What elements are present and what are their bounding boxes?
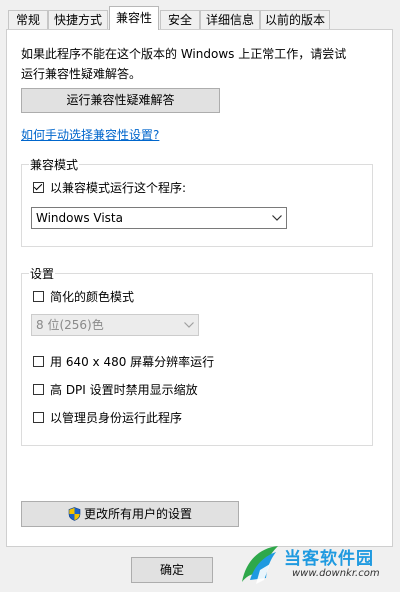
- run-as-admin-row[interactable]: 以管理员身份运行此程序: [33, 410, 183, 425]
- intro-text: 如果此程序不能在这个版本的 Windows 上正常工作，请尝试运行兼容性疑难解答…: [21, 47, 347, 81]
- run-as-admin-label: 以管理员身份运行此程序: [50, 410, 183, 425]
- tab-compatibility[interactable]: 兼容性: [109, 6, 159, 30]
- color-depth-value: 8 位(256)色: [36, 318, 104, 332]
- compat-mode-checkbox-label: 以兼容模式运行这个程序:: [50, 180, 187, 195]
- tab-strip: 常规 快捷方式 兼容性 安全 详细信息 以前的版本: [0, 0, 400, 30]
- settings-title: 设置: [29, 265, 56, 282]
- color-depth-select: 8 位(256)色: [31, 314, 199, 336]
- tab-shortcut[interactable]: 快捷方式: [48, 10, 108, 29]
- chevron-down-icon: [268, 208, 286, 228]
- compat-mode-checkbox-row[interactable]: 以兼容模式运行这个程序:: [33, 180, 187, 195]
- os-version-selected: Windows Vista: [36, 211, 123, 225]
- change-all-users-label: 更改所有用户的设置: [83, 507, 192, 521]
- high-dpi-label: 高 DPI 设置时禁用显示缩放: [50, 382, 198, 397]
- reduced-color-checkbox[interactable]: [33, 290, 44, 302]
- watermark-brand: 当客软件园: [284, 549, 374, 569]
- watermark-logo: 当客软件园 www.downkr.com: [236, 540, 398, 590]
- res-640-checkbox[interactable]: [33, 355, 44, 367]
- res-640-row[interactable]: 用 640 x 480 屏幕分辨率运行: [33, 354, 215, 369]
- chevron-down-icon: [180, 315, 198, 335]
- tab-previous-versions[interactable]: 以前的版本: [260, 10, 330, 29]
- compat-mode-title: 兼容模式: [29, 156, 80, 173]
- high-dpi-checkbox[interactable]: [33, 383, 44, 395]
- watermark-logo-icon: [242, 546, 278, 584]
- reduced-color-label: 简化的颜色模式: [50, 289, 135, 304]
- watermark-url: www.downkr.com: [292, 568, 380, 579]
- compat-mode-group: [21, 164, 373, 247]
- tab-security[interactable]: 安全: [160, 10, 200, 29]
- run-troubleshooter-button[interactable]: 运行兼容性疑难解答: [21, 88, 220, 113]
- high-dpi-row[interactable]: 高 DPI 设置时禁用显示缩放: [33, 382, 198, 397]
- run-as-admin-checkbox[interactable]: [33, 411, 44, 423]
- change-all-users-button[interactable]: 更改所有用户的设置: [21, 501, 239, 527]
- res-640-label: 用 640 x 480 屏幕分辨率运行: [50, 354, 215, 369]
- tab-general[interactable]: 常规: [8, 10, 48, 29]
- ok-button[interactable]: 确定: [131, 557, 213, 583]
- reduced-color-row[interactable]: 简化的颜色模式: [33, 289, 135, 304]
- os-version-select[interactable]: Windows Vista: [31, 207, 287, 229]
- compat-mode-checkbox[interactable]: [33, 181, 44, 193]
- uac-shield-icon: [68, 505, 81, 521]
- tab-details[interactable]: 详细信息: [200, 10, 260, 29]
- manual-settings-link[interactable]: 如何手动选择兼容性设置?: [21, 126, 159, 143]
